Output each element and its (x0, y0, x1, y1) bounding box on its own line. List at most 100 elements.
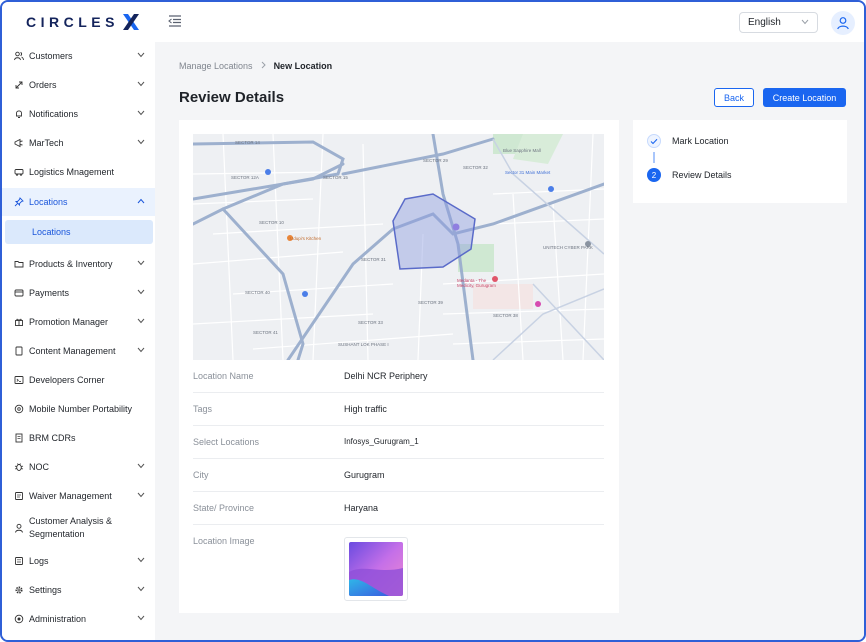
sidebar-item-label: Customers (29, 51, 73, 61)
sidebar-item-brm-cdrs[interactable]: BRM CDRs (2, 424, 155, 452)
sidebar-item-label: Waiver Management (29, 491, 112, 501)
sidebar-item-label: Logistics Mnagement (29, 167, 115, 177)
sidebar-item-promotion[interactable]: Promotion Manager (2, 308, 155, 336)
svg-text:Medicity, Gurugram: Medicity, Gurugram (457, 283, 496, 288)
logo: CIRCLES (26, 11, 141, 33)
terminal-icon (14, 375, 24, 385)
document-icon (14, 433, 24, 443)
sidebar-item-payments[interactable]: Payments (2, 279, 155, 307)
location-map[interactable]: SECTOR 14 SECTOR 12A SECTOR 15 SECTOR 31… (193, 134, 604, 360)
sidebar-item-noc[interactable]: NOC (2, 453, 155, 481)
detail-value: Gurugram (344, 470, 385, 480)
step-mark-location[interactable]: Mark Location (647, 134, 729, 148)
language-select[interactable]: English (739, 12, 818, 33)
svg-text:Sector 31 Main Market: Sector 31 Main Market (505, 170, 551, 175)
sidebar-item-logs[interactable]: Logs (2, 547, 155, 575)
chevron-down-icon (137, 110, 145, 116)
detail-value: Delhi NCR Periphery (344, 371, 428, 381)
check-icon (647, 134, 661, 148)
detail-row-select-locations: Select Locations Infosys_Gurugram_1 (193, 426, 604, 459)
svg-text:SECTOR 39: SECTOR 39 (418, 300, 443, 305)
sidebar-item-developers[interactable]: Developers Corner (2, 366, 155, 394)
breadcrumb-current: New Location (273, 61, 333, 71)
sidebar-item-customers[interactable]: Customers (2, 42, 155, 70)
svg-text:UNITECH CYBER PARK: UNITECH CYBER PARK (543, 245, 593, 250)
sidebar-item-mnp[interactable]: Mobile Number Portability (2, 395, 155, 423)
svg-text:SECTOR 31: SECTOR 31 (361, 257, 386, 262)
sidebar-item-locations[interactable]: Locations (2, 188, 155, 216)
collapse-menu-icon[interactable] (168, 14, 184, 30)
chevron-down-icon (137, 347, 145, 353)
user-icon (14, 523, 24, 533)
step-label: Mark Location (672, 136, 729, 146)
chevron-down-icon (137, 557, 145, 563)
chevron-down-icon (137, 81, 145, 87)
folder-icon (14, 259, 24, 269)
sidebar-item-notifications[interactable]: Notifications (2, 100, 155, 128)
detail-value: High traffic (344, 404, 387, 414)
customers-icon (14, 51, 24, 61)
create-location-button[interactable]: Create Location (763, 88, 846, 107)
sidebar-item-label: Customer Analysis & Segmentation (29, 516, 113, 539)
sidebar-item-administration[interactable]: Administration (2, 605, 155, 633)
step-label: Review Details (672, 170, 732, 180)
svg-text:SUSHANT LOK PHASE I: SUSHANT LOK PHASE I (338, 342, 389, 347)
detail-label: Tags (193, 404, 213, 414)
breadcrumb: Manage Locations New Location (179, 61, 332, 71)
sidebar-item-label: Products & Inventory (29, 259, 113, 269)
detail-label: State/ Province (193, 503, 255, 513)
svg-text:SECTOR 38: SECTOR 38 (493, 313, 518, 318)
sidebar-item-content[interactable]: Content Management (2, 337, 155, 365)
user-avatar[interactable] (831, 11, 855, 35)
chevron-down-icon (801, 19, 809, 25)
svg-text:SECTOR 14: SECTOR 14 (235, 140, 260, 145)
detail-row-state: State/ Province Haryana (193, 492, 604, 525)
chevron-down-icon (137, 463, 145, 469)
back-button[interactable]: Back (714, 88, 754, 107)
page-title: Review Details (179, 89, 285, 106)
svg-text:Blue Sapphire Mall: Blue Sapphire Mall (503, 148, 541, 153)
sidebar-item-settings[interactable]: Settings (2, 576, 155, 604)
svg-text:Udupi's Kitchen: Udupi's Kitchen (290, 236, 322, 241)
chevron-down-icon (137, 289, 145, 295)
location-image-thumbnail[interactable] (344, 537, 408, 601)
sidebar-item-customer-analysis[interactable]: Customer Analysis & Segmentation (2, 511, 142, 545)
map-canvas: SECTOR 14 SECTOR 12A SECTOR 15 SECTOR 31… (193, 134, 604, 360)
svg-text:SECTOR 33: SECTOR 33 (358, 320, 383, 325)
sidebar-item-label: Settings (29, 585, 62, 595)
bug-icon (14, 462, 24, 472)
detail-value: Infosys_Gurugram_1 (344, 437, 419, 446)
truck-icon (14, 167, 24, 177)
orders-icon (14, 80, 24, 90)
sidebar-item-products[interactable]: Products & Inventory (2, 250, 155, 278)
martech-icon (14, 138, 24, 148)
sidebar-item-label: Administration (29, 614, 87, 624)
detail-label: City (193, 470, 209, 480)
bell-icon (14, 109, 24, 119)
sidebar-item-label: Notifications (29, 109, 79, 119)
detail-value: Haryana (344, 503, 379, 513)
card-icon (14, 288, 24, 298)
sidebar-item-waiver[interactable]: Waiver Management (2, 482, 155, 510)
detail-label: Select Locations (193, 437, 260, 447)
logo-x-icon (122, 14, 139, 30)
sidebar-subitem-locations[interactable]: Locations (5, 220, 153, 244)
detail-label: Location Name (193, 371, 254, 381)
sidebar-item-martech[interactable]: MarTech (2, 129, 155, 157)
sidebar-item-label: Promotion Manager (29, 317, 109, 327)
sidebar-item-label: Locations (29, 197, 68, 207)
svg-text:SECTOR 12A: SECTOR 12A (231, 175, 259, 180)
chevron-down-icon (137, 52, 145, 58)
sidebar: Customers Orders Notifications MarTech L… (2, 42, 155, 640)
svg-text:SECTOR 29: SECTOR 29 (423, 158, 448, 163)
stepper: Mark Location 2 Review Details (633, 120, 847, 203)
breadcrumb-manage-locations[interactable]: Manage Locations (179, 61, 253, 71)
sidebar-item-logistics[interactable]: Logistics Mnagement (2, 158, 155, 186)
sidebar-item-label: Developers Corner (29, 375, 105, 385)
chevron-down-icon (137, 615, 145, 621)
sidebar-item-label: MarTech (29, 138, 64, 148)
sidebar-item-orders[interactable]: Orders (2, 71, 155, 99)
content-icon (14, 346, 24, 356)
sidebar-item-label: Payments (29, 288, 70, 298)
svg-text:SECTOR 41: SECTOR 41 (253, 330, 278, 335)
